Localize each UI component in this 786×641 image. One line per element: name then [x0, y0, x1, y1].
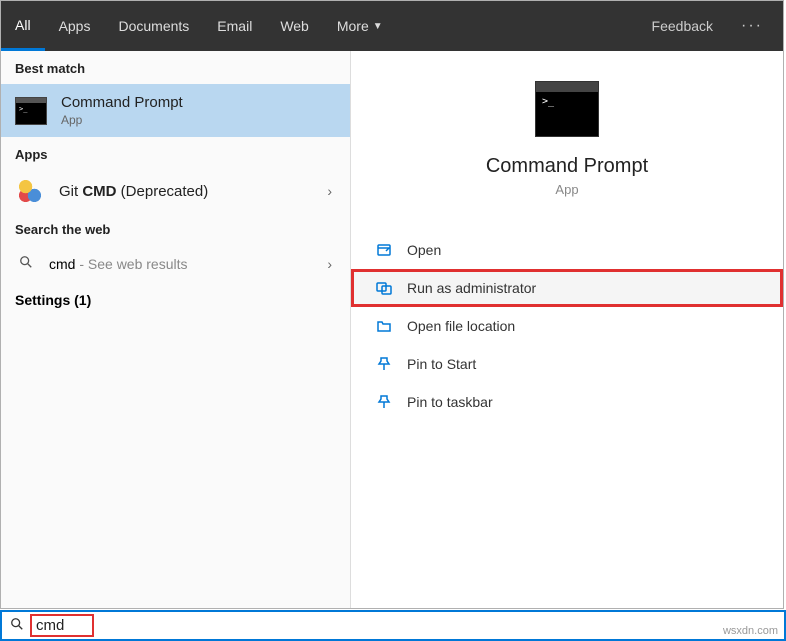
search-web-header: Search the web — [1, 212, 350, 245]
result-title: Command Prompt — [61, 94, 183, 111]
action-open[interactable]: Open — [351, 231, 783, 269]
action-pin-taskbar-label: Pin to taskbar — [407, 394, 493, 410]
search-icon — [10, 617, 24, 634]
git-cmd-label: Git CMD (Deprecated) — [59, 183, 208, 200]
more-options-button[interactable]: ··· — [731, 17, 773, 35]
command-prompt-icon — [15, 97, 47, 125]
result-git-cmd[interactable]: Git CMD (Deprecated) › — [1, 170, 350, 212]
search-icon — [15, 255, 37, 272]
search-input[interactable]: cmd — [32, 616, 92, 635]
result-subtitle: App — [61, 113, 183, 127]
tab-more-label: More — [337, 18, 369, 34]
pin-icon — [375, 355, 393, 373]
tab-more[interactable]: More ▼ — [323, 1, 397, 51]
action-admin-label: Run as administrator — [407, 280, 536, 296]
chevron-right-icon: › — [327, 183, 332, 199]
watermark-text: wsxdn.com — [723, 625, 778, 637]
action-pin-to-taskbar[interactable]: Pin to taskbar — [351, 383, 783, 421]
preview-title: Command Prompt — [351, 155, 783, 178]
open-icon — [375, 241, 393, 259]
apps-header: Apps — [1, 137, 350, 170]
action-location-label: Open file location — [407, 318, 515, 334]
search-window: All Apps Documents Email Web More ▼ Feed… — [0, 0, 784, 609]
chevron-down-icon: ▼ — [373, 21, 383, 32]
folder-icon — [375, 317, 393, 335]
results-panel: Best match Command Prompt App Apps Git C… — [1, 51, 351, 608]
tab-all[interactable]: All — [1, 1, 45, 51]
feedback-button[interactable]: Feedback — [638, 18, 727, 34]
content-area: Best match Command Prompt App Apps Git C… — [1, 51, 783, 608]
command-prompt-large-icon — [535, 81, 599, 137]
preview-header: Command Prompt App — [351, 51, 783, 197]
chevron-right-icon: › — [327, 256, 332, 272]
web-result-text: cmd - See web results — [49, 256, 188, 272]
result-text: Command Prompt App — [61, 94, 183, 127]
settings-result[interactable]: Settings (1) — [1, 282, 350, 318]
action-pin-start-label: Pin to Start — [407, 356, 476, 372]
action-open-file-location[interactable]: Open file location — [351, 307, 783, 345]
top-right-controls: Feedback ··· — [638, 1, 783, 51]
tab-apps[interactable]: Apps — [45, 1, 105, 51]
best-match-header: Best match — [1, 51, 350, 84]
action-open-label: Open — [407, 242, 441, 258]
top-tab-bar: All Apps Documents Email Web More ▼ Feed… — [1, 1, 783, 51]
tab-web[interactable]: Web — [266, 1, 323, 51]
preview-actions: Open Run as administrator Open file loca… — [351, 231, 783, 421]
tab-email[interactable]: Email — [203, 1, 266, 51]
action-pin-to-start[interactable]: Pin to Start — [351, 345, 783, 383]
tab-documents[interactable]: Documents — [104, 1, 203, 51]
result-command-prompt[interactable]: Command Prompt App — [1, 84, 350, 137]
preview-subtitle: App — [351, 182, 783, 197]
action-run-as-administrator[interactable]: Run as administrator — [351, 269, 783, 307]
git-icon — [19, 180, 41, 202]
search-bar[interactable]: cmd — [0, 610, 786, 641]
preview-panel: Command Prompt App Open Run as administr… — [351, 51, 783, 608]
admin-shield-icon — [375, 279, 393, 297]
web-result-cmd[interactable]: cmd - See web results › — [1, 245, 350, 282]
pin-icon — [375, 393, 393, 411]
